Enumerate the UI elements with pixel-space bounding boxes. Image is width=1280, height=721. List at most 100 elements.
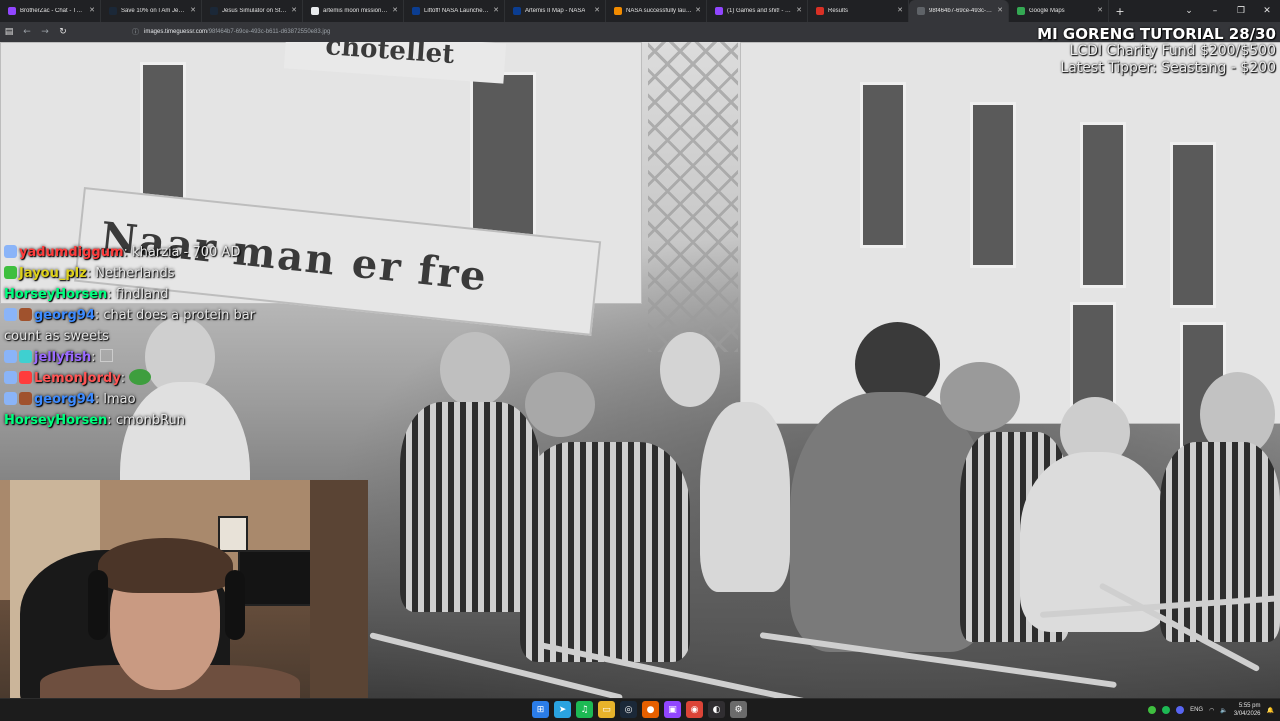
chat-badge-icon — [4, 245, 17, 258]
tab-search-icon[interactable]: ⌄ — [1176, 6, 1202, 16]
rower-head — [440, 332, 510, 407]
reload-button[interactable]: ↻ — [54, 27, 72, 37]
tab-close-icon[interactable]: ✕ — [796, 6, 802, 14]
tab-title: Results — [828, 8, 849, 14]
tab-close-icon[interactable]: ✕ — [594, 6, 600, 14]
browser-tab[interactable]: Save 10% on I Am Jesus Ch✕ — [101, 0, 202, 22]
browser-tab[interactable]: Google Maps ✕ — [1009, 0, 1109, 22]
maximize-button[interactable]: ❐ — [1228, 6, 1254, 16]
firefox-icon[interactable]: ● — [642, 701, 659, 718]
volume-icon[interactable]: 🔈 — [1220, 707, 1227, 714]
twitch-icon[interactable]: ▣ — [664, 701, 681, 718]
chat-badge-icon — [4, 266, 17, 279]
telegram-icon[interactable]: ➤ — [554, 701, 571, 718]
stream-goal-overlay: MI GORENG TUTORIAL 28/30 LCDI Charity Fu… — [1037, 26, 1276, 77]
steam-icon[interactable]: ◎ — [620, 701, 637, 718]
browser-tab[interactable]: NASA successfully launche ✕ — [606, 0, 707, 22]
tray-language[interactable]: ENG — [1190, 707, 1203, 713]
tab-close-icon[interactable]: ✕ — [1097, 6, 1103, 14]
tab-title: Liftoff! NASA Launches Astr — [424, 8, 490, 14]
sidebar-toggle-icon[interactable]: ▤ — [0, 27, 18, 37]
window — [1170, 142, 1216, 308]
clock[interactable]: 5:55 pm 3/04/2026 — [1234, 702, 1261, 718]
tray-status-icon[interactable] — [1148, 706, 1157, 714]
chat-username[interactable]: yadumdiggum — [19, 245, 124, 260]
close-window-button[interactable]: ✕ — [1254, 6, 1280, 16]
headphones-left — [88, 570, 108, 640]
tab-favicon-icon — [1017, 7, 1025, 15]
chat-badge-icon — [19, 308, 32, 321]
new-tab-button[interactable]: + — [1109, 5, 1131, 18]
address-host: images.timeguessr.com — [144, 29, 208, 35]
chrome-icon[interactable]: ◉ — [686, 701, 703, 718]
address-path: /98f464b7-69ce-493c-b611-d63872550e83.jp… — [207, 29, 331, 35]
browser-tab[interactable]: Jesus Simulator on Steam ✕ — [202, 0, 303, 22]
wifi-icon[interactable]: ◠ — [1209, 707, 1214, 714]
forward-button[interactable]: → — [36, 27, 54, 37]
site-info-icon[interactable]: ⓘ — [132, 27, 139, 37]
windows-taskbar: ⊞ ➤ ♫ ▭ ◎ ● ▣ ◉ ◐ ⚙ ENG ◠ 🔈 5:55 pm 3/04/2026 🔔 — [0, 698, 1280, 721]
chat-username[interactable]: georg94 — [34, 392, 95, 407]
chat-text: cmonbRun — [115, 413, 185, 428]
chat-badge-icon — [19, 371, 32, 384]
browser-tab[interactable]: artemis moon mission - Go ✕ — [303, 0, 404, 22]
tab-favicon-icon — [614, 7, 622, 15]
tray-discord-icon[interactable] — [1176, 706, 1185, 714]
tab-title: BrotherZac - Chat - Twitch — [20, 8, 86, 14]
chat-username[interactable]: Jayou_plz — [19, 266, 87, 281]
taskbar-pinned-apps: ⊞ ➤ ♫ ▭ ◎ ● ▣ ◉ ◐ ⚙ — [532, 701, 747, 718]
tab-title: Jesus Simulator on Steam — [222, 8, 288, 14]
chat-separator: : — [107, 413, 116, 428]
chat-badges — [4, 263, 19, 284]
rower-sweater — [520, 442, 690, 662]
back-button[interactable]: ← — [18, 27, 36, 37]
browser-tab[interactable]: 98f464b7-69ce-493c-b611-d63✕ — [909, 0, 1009, 22]
file-explorer-icon[interactable]: ▭ — [598, 701, 615, 718]
chat-badges — [4, 347, 34, 368]
tab-close-icon[interactable]: ✕ — [493, 6, 499, 14]
chat-username[interactable]: HorseyHorsen — [4, 413, 107, 428]
notification-bell-icon[interactable]: 🔔 — [1267, 707, 1274, 714]
tab-close-icon[interactable]: ✕ — [89, 6, 95, 14]
tv-screen — [238, 550, 320, 606]
rower-hat — [525, 372, 595, 437]
chat-separator: : — [123, 245, 133, 260]
chat-separator: : — [120, 371, 130, 386]
browser-tab[interactable]: Artemis II Map - NASA ✕ — [505, 0, 606, 22]
tab-close-icon[interactable]: ✕ — [190, 6, 196, 14]
chat-badges — [4, 242, 19, 263]
settings-icon[interactable]: ⚙ — [730, 701, 747, 718]
tab-close-icon[interactable]: ✕ — [897, 6, 903, 14]
spotify-icon[interactable]: ♫ — [576, 701, 593, 718]
chat-username[interactable]: HorseyHorsen — [4, 287, 107, 302]
chat-message: LemonJordy: — [4, 368, 264, 389]
chat-badge-icon — [19, 350, 32, 363]
tab-close-icon[interactable]: ✕ — [695, 6, 701, 14]
address-bar[interactable]: ⓘ images.timeguessr.com/98f464b7-69ce-49… — [132, 25, 1032, 39]
obs-icon[interactable]: ◐ — [708, 701, 725, 718]
tab-title: 98f464b7-69ce-493c-b611-d63 — [929, 8, 994, 14]
chat-separator: : — [91, 350, 100, 365]
windows-start-icon[interactable]: ⊞ — [532, 701, 549, 718]
chat-badge-icon — [4, 371, 17, 384]
chat-username[interactable]: jellyfish — [34, 350, 91, 365]
chat-username[interactable]: LemonJordy — [34, 371, 121, 386]
browser-tab[interactable]: BrotherZac - Chat - Twitch ✕ — [0, 0, 101, 22]
minimize-button[interactable]: – — [1202, 6, 1228, 16]
tray-spotify-icon[interactable] — [1162, 706, 1171, 714]
browser-tab[interactable]: (1) Games and shit! - Twitch✕ — [707, 0, 808, 22]
chat-username[interactable]: georg94 — [34, 308, 95, 323]
lattice-tower — [648, 42, 738, 352]
rower-sweater — [400, 402, 540, 612]
chat-message: Jayou_plz: Netherlands — [4, 263, 264, 284]
tab-close-icon[interactable]: ✕ — [997, 6, 1003, 14]
tab-close-icon[interactable]: ✕ — [291, 6, 297, 14]
tab-favicon-icon — [412, 7, 420, 15]
browser-tab[interactable]: Results ✕ — [808, 0, 909, 22]
tab-favicon-icon — [513, 7, 521, 15]
browser-tab[interactable]: Liftoff! NASA Launches Astr✕ — [404, 0, 505, 22]
tab-close-icon[interactable]: ✕ — [392, 6, 398, 14]
chat-badges — [4, 389, 34, 410]
window-controls: ⌄ – ❐ ✕ — [1176, 0, 1280, 22]
chat-badges — [4, 368, 34, 389]
